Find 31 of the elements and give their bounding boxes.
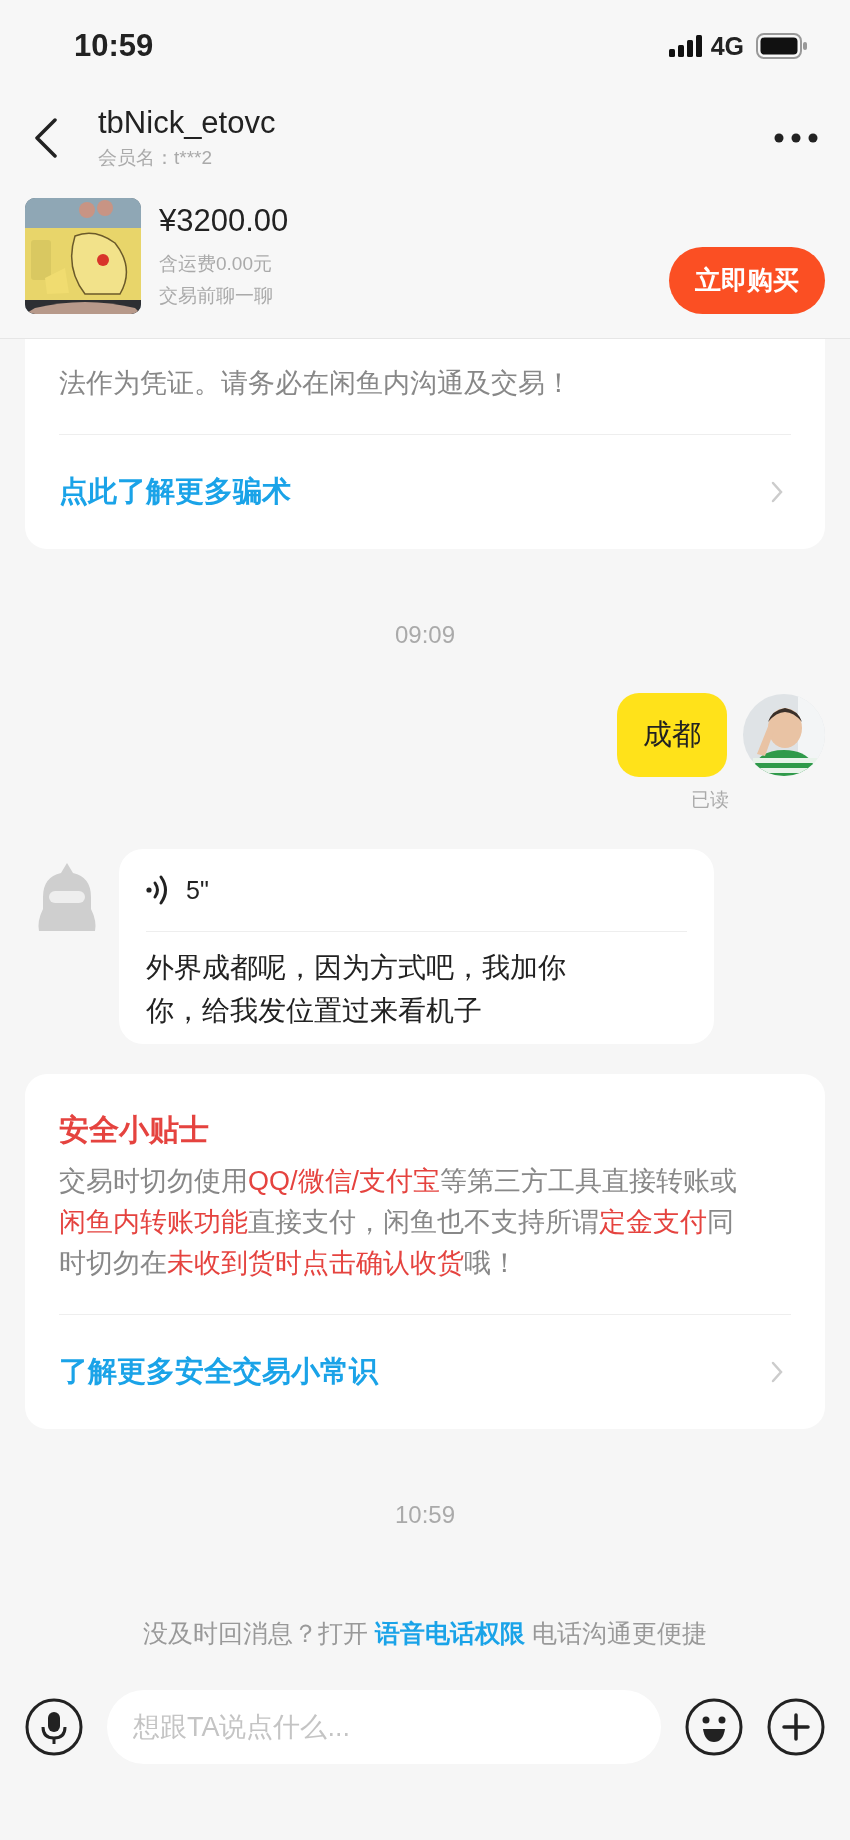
emoji-icon[interactable]: [685, 1698, 743, 1756]
more-icon[interactable]: [774, 133, 818, 143]
signal-icon: [668, 35, 703, 57]
message-input[interactable]: 想跟TA说点什么...: [107, 1690, 661, 1764]
status-time: 10:59: [74, 28, 154, 64]
contact-name: tbNick_etovc: [98, 105, 277, 141]
tip-title: 安全小贴士: [59, 1112, 210, 1148]
message-text: 外界成都呢，因为方式吧，我加你 你，给我发位置过来看机子: [146, 951, 567, 1028]
hint-text: 没及时回消息？打开 语音电话权限 电话沟通更便捷: [142, 1618, 708, 1649]
plus-icon[interactable]: [767, 1698, 825, 1756]
chevron-right-icon: [771, 481, 783, 503]
member-name: 会员名：t***2: [98, 146, 214, 170]
back-icon[interactable]: [34, 118, 58, 158]
voice-duration: 5": [186, 875, 209, 905]
read-status: 已读: [691, 788, 729, 812]
permission-link[interactable]: 语音电话权限: [375, 1619, 525, 1647]
product-price: ¥3200.00: [159, 203, 290, 239]
buy-now-button[interactable]: 立即购买: [669, 247, 825, 314]
microphone-icon[interactable]: [25, 1698, 83, 1756]
learn-more-link[interactable]: 了解更多安全交易小常识: [59, 1352, 378, 1392]
product-note: 交易前聊一聊: [159, 284, 274, 308]
learn-more-link[interactable]: 点此了解更多骗术: [59, 472, 291, 512]
message-bubble: 成都: [617, 693, 727, 777]
message-time: 10:59: [394, 1501, 456, 1529]
tip-text: 法作为凭证。请务必在闲鱼内沟通及交易！: [59, 363, 791, 435]
chevron-right-icon: [771, 1361, 783, 1383]
shipping-fee: 含运费0.00元: [159, 252, 273, 276]
tip-text: 交易时切勿使用QQ/微信/支付宝等第三方工具直接转账或 闲鱼内转账功能直接支付，闲鱼也不支持所谓定金支付同 时切勿在未收到货时点击确认收货哦！: [59, 1161, 791, 1315]
message-time: 09:09: [394, 621, 456, 649]
battery-icon: [756, 33, 808, 59]
network-label: 4G: [710, 31, 744, 61]
